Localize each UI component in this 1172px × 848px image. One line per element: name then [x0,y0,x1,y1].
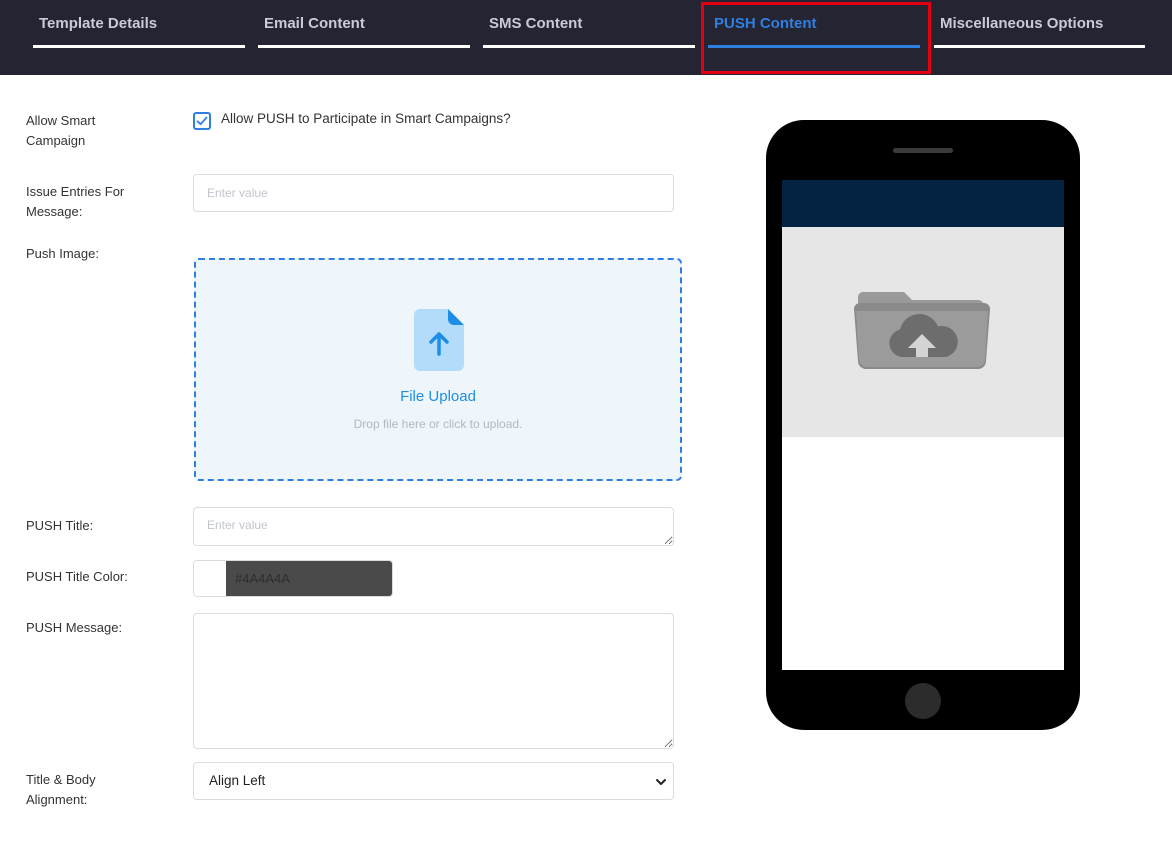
push-title-color-label: PUSH Title Color: [26,569,128,584]
color-swatch[interactable] [194,561,226,596]
push-message-label: PUSH Message: [26,620,123,635]
push-image-label: Push Image: [26,246,99,261]
tab-sms-content[interactable]: SMS Content [483,0,695,50]
file-upload-title: File Upload [400,388,476,405]
allow-smart-campaign-text: Allow PUSH to Participate in Smart Campa… [221,111,511,126]
phone-speaker [893,148,953,153]
push-title-input[interactable] [193,507,674,546]
tab-label: Email Content [264,15,365,32]
issue-entries-label: Issue Entries For Message: [26,184,125,219]
push-title-color-picker[interactable]: #4A4A4A [193,560,393,597]
checkmark-icon [196,116,208,126]
preview-image-placeholder [782,227,1064,437]
tab-label: Template Details [39,15,158,32]
tab-miscellaneous-options[interactable]: Miscellaneous Options [934,0,1145,50]
tab-label: Miscellaneous Options [940,15,1104,32]
file-upload-dropzone[interactable]: File Upload Drop file here or click to u… [194,258,682,481]
alignment-select[interactable]: Align Left [193,762,674,800]
chevron-down-icon [656,779,666,785]
tab-template-details[interactable]: Template Details [33,0,245,50]
active-tab-highlight [701,2,931,74]
tab-underline [483,45,695,48]
tab-label: SMS Content [489,15,583,32]
phone-preview [766,120,1080,730]
upload-file-icon [414,309,464,371]
preview-header [782,180,1064,227]
push-message-textarea[interactable] [193,613,674,749]
color-hex-value[interactable]: #4A4A4A [226,561,392,596]
allow-smart-campaign-checkbox[interactable] [193,112,211,130]
tab-underline [934,45,1145,48]
tab-email-content[interactable]: Email Content [258,0,470,50]
tab-bar: Template Details Email Content SMS Conte… [0,0,1172,75]
allow-smart-campaign-label: Allow Smart Campaign [26,113,96,148]
issue-entries-input[interactable] [193,174,674,212]
tab-underline [258,45,470,48]
phone-screen [782,180,1064,670]
cloud-upload-folder-icon [854,292,990,369]
alignment-selected-value: Align Left [209,773,266,788]
alignment-label: Title & Body Alignment: [26,772,96,807]
phone-home-button [905,683,941,719]
tab-underline [33,45,245,48]
push-title-label: PUSH Title: [26,518,94,533]
file-upload-hint: Drop file here or click to upload. [353,417,523,431]
